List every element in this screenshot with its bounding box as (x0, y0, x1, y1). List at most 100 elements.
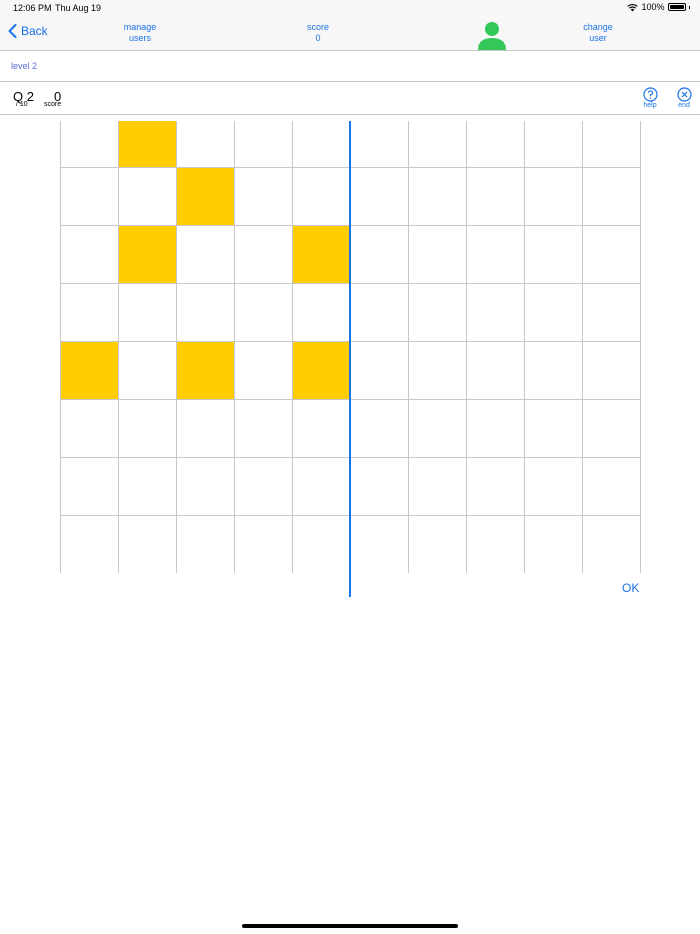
grid-cell[interactable] (235, 515, 293, 573)
grid-cell[interactable] (351, 167, 409, 225)
user-avatar-icon[interactable] (476, 20, 508, 50)
grid-cell[interactable] (525, 225, 583, 283)
grid-cell[interactable] (409, 341, 467, 399)
grid-cell[interactable] (119, 515, 177, 573)
chevron-left-icon (8, 24, 17, 38)
grid-cell[interactable] (467, 225, 525, 283)
manage-users-line1: manage (123, 22, 157, 32)
grid-cell[interactable] (61, 341, 119, 399)
grid-cell[interactable] (235, 121, 293, 167)
grid-cell[interactable] (177, 341, 235, 399)
grid-cell[interactable] (351, 515, 409, 573)
grid-cell[interactable] (177, 457, 235, 515)
grid-cell[interactable] (293, 341, 351, 399)
grid-cell[interactable] (583, 399, 641, 457)
grid-cell[interactable] (467, 283, 525, 341)
back-button[interactable]: Back (8, 24, 48, 38)
grid-cell[interactable] (177, 399, 235, 457)
grid-cell[interactable] (293, 399, 351, 457)
grid-cell[interactable] (583, 515, 641, 573)
grid-cell[interactable] (119, 399, 177, 457)
score-title: score (306, 22, 329, 32)
ok-button[interactable]: OK (622, 581, 639, 595)
grid-cell[interactable] (177, 167, 235, 225)
grid-cell[interactable] (583, 457, 641, 515)
grid-cell[interactable] (235, 399, 293, 457)
grid-cell[interactable] (409, 399, 467, 457)
grid-cell[interactable] (583, 167, 641, 225)
grid-cell[interactable] (467, 399, 525, 457)
grid-cell[interactable] (293, 121, 351, 167)
symmetry-line (349, 121, 351, 597)
grid-cell[interactable] (525, 399, 583, 457)
grid-cell[interactable] (525, 341, 583, 399)
grid-cell[interactable] (467, 167, 525, 225)
grid-cell[interactable] (409, 167, 467, 225)
grid-cell[interactable] (235, 283, 293, 341)
grid-cell[interactable] (235, 167, 293, 225)
manage-users-button[interactable]: manage users (110, 22, 170, 44)
grid-cell[interactable] (235, 457, 293, 515)
grid-cell[interactable] (351, 225, 409, 283)
score-value: 0 (315, 33, 321, 43)
grid-cell[interactable] (235, 225, 293, 283)
grid-cell[interactable] (525, 167, 583, 225)
grid-cell[interactable] (583, 283, 641, 341)
grid-cell[interactable] (293, 283, 351, 341)
change-user-button[interactable]: change user (568, 22, 628, 44)
grid-cell[interactable] (293, 515, 351, 573)
end-label: end (678, 102, 690, 109)
grid-cell[interactable] (525, 515, 583, 573)
grid-cell[interactable] (525, 283, 583, 341)
grid-cell[interactable] (583, 341, 641, 399)
grid-cell[interactable] (583, 121, 641, 167)
grid-cell[interactable] (61, 399, 119, 457)
grid-cell[interactable] (293, 225, 351, 283)
grid-cell[interactable] (409, 283, 467, 341)
grid-cell[interactable] (409, 225, 467, 283)
grid-cell[interactable] (61, 167, 119, 225)
grid-cell[interactable] (235, 341, 293, 399)
grid-cell[interactable] (119, 457, 177, 515)
grid-cell[interactable] (61, 121, 119, 167)
grid-cell[interactable] (467, 457, 525, 515)
grid-cell[interactable] (119, 121, 177, 167)
grid-cell[interactable] (409, 121, 467, 167)
grid-cell[interactable] (61, 283, 119, 341)
grid-cell[interactable] (467, 341, 525, 399)
grid-cell[interactable] (293, 167, 351, 225)
grid-cell[interactable] (467, 121, 525, 167)
help-button[interactable]: help (639, 87, 661, 109)
grid-cell[interactable] (61, 457, 119, 515)
grid-cell[interactable] (351, 341, 409, 399)
grid-cell[interactable] (409, 515, 467, 573)
navigation-bar: Back manage users score 0 change user (0, 16, 700, 51)
grid-cell[interactable] (293, 457, 351, 515)
grid-cell[interactable] (525, 121, 583, 167)
grid-cell[interactable] (119, 225, 177, 283)
status-date: Thu Aug 19 (55, 3, 102, 13)
grid-cell[interactable] (351, 457, 409, 515)
grid-cell[interactable] (525, 457, 583, 515)
grid-cell[interactable] (119, 283, 177, 341)
grid-cell[interactable] (177, 121, 235, 167)
grid-cell[interactable] (351, 399, 409, 457)
grid-cell[interactable] (351, 121, 409, 167)
level-bar: level 2 (0, 52, 700, 82)
current-score-label: score (44, 101, 62, 108)
wifi-icon (627, 3, 639, 11)
grid-cell[interactable] (177, 225, 235, 283)
grid-cell[interactable] (583, 225, 641, 283)
grid-cell[interactable] (467, 515, 525, 573)
grid-cell[interactable] (177, 283, 235, 341)
end-button[interactable]: end (673, 87, 695, 109)
grid-cell[interactable] (119, 341, 177, 399)
status-time: 12:06 PM (13, 3, 52, 13)
grid-cell[interactable] (61, 225, 119, 283)
grid-cell[interactable] (177, 515, 235, 573)
grid-cell[interactable] (119, 167, 177, 225)
grid-cell[interactable] (61, 515, 119, 573)
grid-cell[interactable] (409, 457, 467, 515)
help-label: help (643, 102, 657, 109)
grid-cell[interactable] (351, 283, 409, 341)
